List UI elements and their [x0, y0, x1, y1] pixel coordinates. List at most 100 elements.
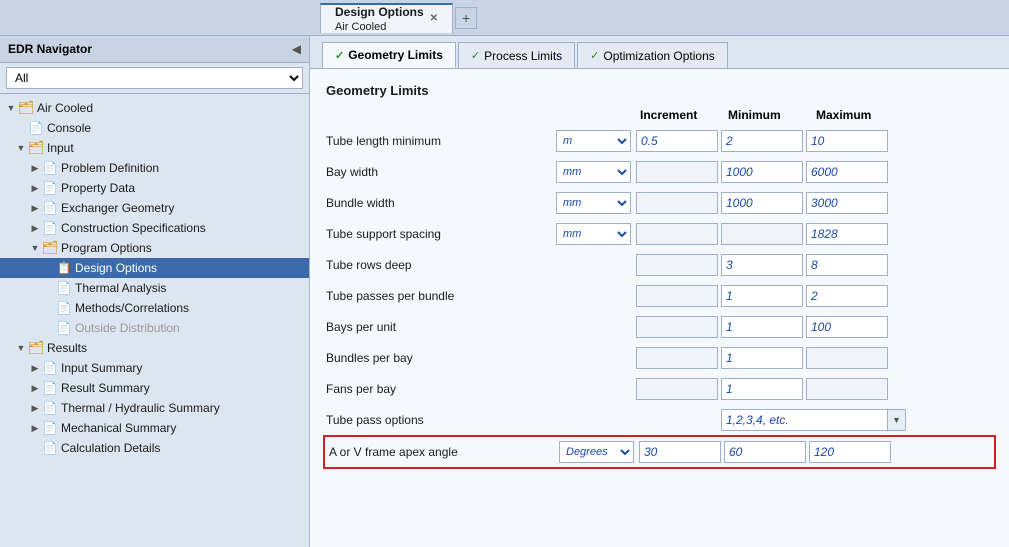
sidebar-item-construction-specs[interactable]: ▶ 📄 Construction Specifications: [0, 218, 309, 238]
sidebar-item-program-options[interactable]: ▼ 🗂 Program Options: [0, 238, 309, 258]
tab-design-options[interactable]: Design Options Air Cooled ✕: [320, 3, 453, 33]
toggle-icon: [28, 441, 42, 455]
sidebar-item-mechanical-summary[interactable]: ▶ 📄 Mechanical Summary: [0, 418, 309, 438]
minimum-input-tube-length[interactable]: [721, 130, 803, 152]
row-label: A or V frame apex angle: [329, 445, 559, 459]
minimum-input-bundle-width[interactable]: [721, 192, 803, 214]
tab-geometry-limits[interactable]: ✓ Geometry Limits: [322, 42, 456, 68]
minimum-input-tube-rows[interactable]: [721, 254, 803, 276]
minimum-input-tube-passes[interactable]: [721, 285, 803, 307]
minimum-input-fans-per-bay[interactable]: [721, 378, 803, 400]
row-unit: Degrees: [559, 441, 639, 463]
sidebar-item-label: Console: [47, 121, 91, 135]
sidebar-item-input-summary[interactable]: ▶ 📄 Input Summary: [0, 358, 309, 378]
increment-input-tube-support[interactable]: [636, 223, 718, 245]
check-icon: ✓: [590, 49, 599, 62]
sidebar-collapse-button[interactable]: ◀: [292, 42, 301, 56]
sidebar-item-label: Problem Definition: [61, 161, 159, 175]
row-tube-length-minimum: Tube length minimum m: [326, 128, 993, 154]
sidebar-item-outside-distribution[interactable]: 📄 Outside Distribution: [0, 318, 309, 338]
page-icon: 📄: [56, 280, 72, 296]
minimum-input-tube-support[interactable]: [721, 223, 803, 245]
sidebar-item-label: Result Summary: [61, 381, 150, 395]
increment-input-apex-angle[interactable]: [639, 441, 721, 463]
sidebar-item-design-options[interactable]: 📋 Design Options: [0, 258, 309, 278]
sidebar-item-methods-correlations[interactable]: 📄 Methods/Correlations: [0, 298, 309, 318]
dropdown-arrow-icon[interactable]: ▼: [888, 409, 906, 431]
maximum-input-fans-per-bay[interactable]: [806, 378, 888, 400]
check-icon: ✓: [335, 49, 344, 62]
sidebar-item-result-summary[interactable]: ▶ 📄 Result Summary: [0, 378, 309, 398]
sidebar-item-thermal-analysis[interactable]: 📄 Thermal Analysis: [0, 278, 309, 298]
sidebar-item-input[interactable]: ▼ 🗂 Input: [0, 138, 309, 158]
sidebar-item-property-data[interactable]: ▶ 📄 Property Data: [0, 178, 309, 198]
maximum-input-bays-per-unit[interactable]: [806, 316, 888, 338]
maximum-input-bundles-per-bay[interactable]: [806, 347, 888, 369]
content-area: ✓ Geometry Limits ✓ Process Limits ✓ Opt…: [310, 36, 1009, 547]
filter-select[interactable]: All: [6, 67, 303, 89]
increment-input-tube-length[interactable]: [636, 130, 718, 152]
sidebar-item-console[interactable]: 📄 Console: [0, 118, 309, 138]
toggle-icon: ▶: [28, 421, 42, 435]
sidebar-item-problem-definition[interactable]: ▶ 📄 Problem Definition: [0, 158, 309, 178]
tab-close-icon[interactable]: ✕: [430, 13, 438, 24]
unit-select-tube-length[interactable]: m: [556, 130, 631, 152]
tab-optimization-options[interactable]: ✓ Optimization Options: [577, 42, 728, 68]
increment-input-fans-per-bay[interactable]: [636, 378, 718, 400]
sidebar-item-calculation-details[interactable]: 📄 Calculation Details: [0, 438, 309, 458]
row-bay-width: Bay width mm: [326, 159, 993, 185]
minimum-input-bays-per-unit[interactable]: [721, 316, 803, 338]
increment-input-bundle-width[interactable]: [636, 192, 718, 214]
unit-select-bay-width[interactable]: mm: [556, 161, 631, 183]
sidebar-item-label: Exchanger Geometry: [61, 201, 174, 215]
increment-input-tube-passes[interactable]: [636, 285, 718, 307]
folder-icon: 🗂: [42, 240, 58, 256]
sidebar-item-label: Outside Distribution: [75, 321, 180, 335]
increment-input-bundles-per-bay[interactable]: [636, 347, 718, 369]
maximum-input-tube-passes[interactable]: [806, 285, 888, 307]
row-label: Tube pass options: [326, 413, 556, 427]
maximum-input-bay-width[interactable]: [806, 161, 888, 183]
row-bays-per-unit: Bays per unit: [326, 314, 993, 340]
row-label: Bundles per bay: [326, 351, 556, 365]
unit-select-apex-angle[interactable]: Degrees: [559, 441, 634, 463]
minimum-input-apex-angle[interactable]: [724, 441, 806, 463]
maximum-input-bundle-width[interactable]: [806, 192, 888, 214]
toggle-icon: ▶: [28, 201, 42, 215]
row-unit: mm: [556, 192, 636, 214]
maximum-input-tube-support[interactable]: [806, 223, 888, 245]
tab-label: Geometry Limits: [348, 48, 443, 62]
minimum-input-bay-width[interactable]: [721, 161, 803, 183]
sidebar-item-label: Calculation Details: [61, 441, 160, 455]
increment-input-bay-width[interactable]: [636, 161, 718, 183]
row-label: Bays per unit: [326, 320, 556, 334]
tube-pass-options-input[interactable]: [721, 409, 888, 431]
row-label: Bay width: [326, 165, 556, 179]
sidebar-item-thermal-hydraulic-summary[interactable]: ▶ 📄 Thermal / Hydraulic Summary: [0, 398, 309, 418]
row-apex-angle: A or V frame apex angle Degrees: [326, 438, 993, 466]
unit-select-bundle-width[interactable]: mm: [556, 192, 631, 214]
toggle-icon: ▼: [14, 341, 28, 355]
sidebar-item-label: Methods/Correlations: [75, 301, 189, 315]
minimum-input-bundles-per-bay[interactable]: [721, 347, 803, 369]
row-label: Tube rows deep: [326, 258, 556, 272]
increment-input-bays-per-unit[interactable]: [636, 316, 718, 338]
tab-process-limits[interactable]: ✓ Process Limits: [458, 42, 575, 68]
sidebar-item-exchanger-geometry[interactable]: ▶ 📄 Exchanger Geometry: [0, 198, 309, 218]
sidebar-item-air-cooled[interactable]: ▼ 🗂 Air Cooled: [0, 98, 309, 118]
row-label: Bundle width: [326, 196, 556, 210]
maximum-input-tube-rows[interactable]: [806, 254, 888, 276]
row-bundles-per-bay: Bundles per bay: [326, 345, 993, 371]
sidebar-tree: ▼ 🗂 Air Cooled 📄 Console ▼ 🗂 Input ▶ 📄 P…: [0, 94, 309, 547]
maximum-input-tube-length[interactable]: [806, 130, 888, 152]
row-bundle-width: Bundle width mm: [326, 190, 993, 216]
maximum-input-apex-angle[interactable]: [809, 441, 891, 463]
unit-select-tube-support[interactable]: mm: [556, 223, 631, 245]
sidebar-item-results[interactable]: ▼ 🗂 Results: [0, 338, 309, 358]
col-header-maximum: Maximum: [816, 108, 904, 122]
toggle-icon: ▶: [28, 401, 42, 415]
increment-input-tube-rows[interactable]: [636, 254, 718, 276]
row-unit: mm: [556, 161, 636, 183]
toggle-icon: ▶: [28, 381, 42, 395]
add-tab-button[interactable]: +: [455, 7, 477, 29]
